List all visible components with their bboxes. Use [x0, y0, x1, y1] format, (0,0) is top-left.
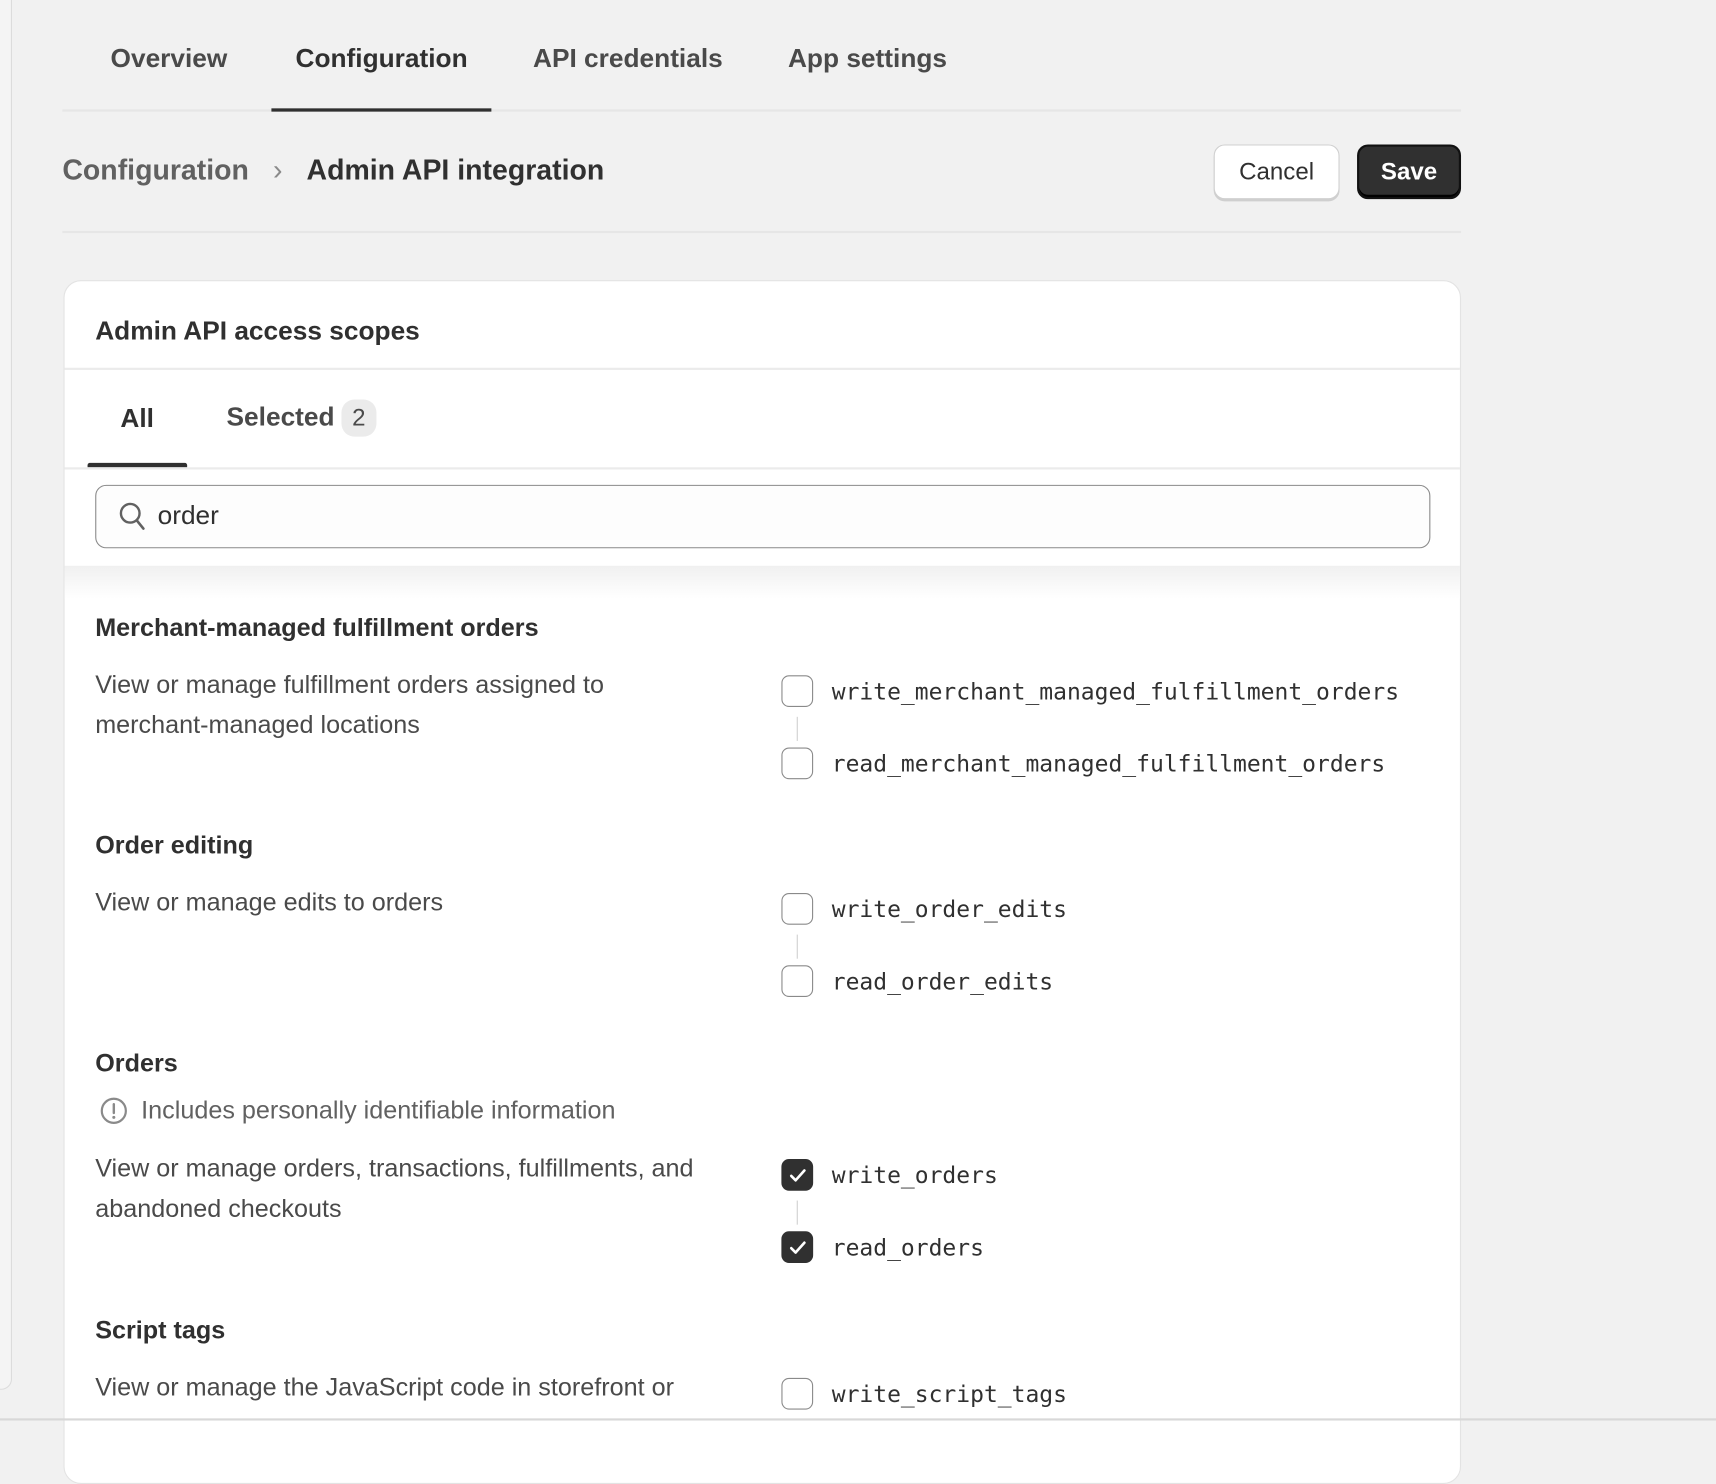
scope-name: read_order_edits	[831, 967, 1054, 995]
card-title: Admin API access scopes	[95, 316, 420, 346]
scope-name: read_merchant_managed_fulfillment_orders	[831, 750, 1386, 777]
divider	[62, 230, 1462, 234]
tab-app-settings[interactable]: App settings	[764, 44, 971, 112]
divider	[64, 367, 1460, 370]
checkbox[interactable]	[781, 747, 814, 780]
divider	[64, 467, 1460, 470]
connector-line	[796, 1200, 798, 1225]
checkmark-icon	[789, 1240, 806, 1254]
sidebar-edge	[0, 0, 13, 1390]
cancel-button[interactable]: Cancel	[1213, 144, 1340, 200]
tab-configuration[interactable]: Configuration	[271, 44, 492, 112]
top-tabs: Overview Configuration API credentials A…	[62, 0, 1462, 112]
alert-circle-icon	[100, 1097, 127, 1124]
section-description: View or manage edits to orders	[95, 887, 444, 917]
scope-name: read_orders	[831, 1233, 984, 1261]
checkbox-checked[interactable]	[781, 1158, 814, 1191]
scope-name: write_script_tags	[831, 1380, 1067, 1407]
scope-name: write_order_edits	[831, 895, 1067, 923]
selected-count-badge: 2	[341, 399, 377, 437]
search-input[interactable]	[157, 501, 1252, 532]
scope-checkbox[interactable]: read_orders	[781, 1231, 984, 1263]
section-title: Orders	[95, 1048, 178, 1077]
section-title: Order editing	[95, 830, 254, 860]
scope-checkbox[interactable]: write_merchant_managed_fulfillment_order…	[781, 675, 1399, 707]
connector-line	[796, 934, 798, 959]
section-description: View or manage the JavaScript code in st…	[95, 1372, 674, 1401]
checkbox-checked[interactable]	[781, 1231, 814, 1263]
page-title: Admin API integration	[306, 153, 605, 187]
filter-tab-selected[interactable]: Selected 2	[226, 399, 377, 437]
scope-name: write_merchant_managed_fulfillment_order…	[831, 677, 1400, 705]
scope-checkbox[interactable]: write_script_tags	[781, 1377, 1067, 1410]
checkbox[interactable]	[781, 965, 814, 997]
search-field[interactable]	[95, 484, 1431, 549]
access-scopes-card: Admin API access scopes All Selected2 Me…	[63, 280, 1462, 1484]
scope-checkbox[interactable]: write_orders	[781, 1158, 998, 1191]
scope-checkbox[interactable]: write_order_edits	[781, 893, 1067, 925]
breadcrumb-parent[interactable]: Configuration	[62, 153, 249, 186]
chevron-right-icon: ›	[272, 153, 283, 187]
scope-checkbox[interactable]: read_merchant_managed_fulfillment_orders	[781, 747, 1386, 780]
page: Overview Configuration API credentials A…	[0, 0, 1716, 1484]
tab-api-credentials[interactable]: API credentials	[509, 44, 747, 112]
pii-notice: Includes personally identifiable informa…	[100, 1095, 616, 1125]
filter-tab-all[interactable]: All	[120, 404, 154, 435]
search-icon	[119, 502, 145, 530]
scroll-shadow	[64, 565, 1460, 599]
section-description: View or manage fulfillment orders assign…	[95, 669, 605, 739]
filter-tab-selected-label: Selected	[226, 402, 335, 433]
checkbox[interactable]	[781, 893, 814, 925]
tab-overview[interactable]: Overview	[86, 44, 251, 112]
scope-name: write_orders	[831, 1161, 998, 1188]
viewport-bottom-edge	[0, 1418, 1716, 1421]
scope-checkbox[interactable]: read_order_edits	[781, 965, 1053, 997]
checkbox[interactable]	[781, 1377, 814, 1410]
checkbox[interactable]	[781, 675, 814, 707]
section-description: View or manage orders, transactions, ful…	[95, 1153, 694, 1223]
breadcrumb: Configuration › Admin API integration	[62, 153, 604, 187]
connector-line	[796, 716, 798, 741]
checkmark-icon	[789, 1168, 806, 1182]
save-button[interactable]: Save	[1357, 144, 1462, 200]
section-title: Script tags	[95, 1315, 226, 1344]
section-title: Merchant-managed fulfillment orders	[95, 612, 539, 642]
pii-notice-text: Includes personally identifiable informa…	[141, 1095, 616, 1124]
